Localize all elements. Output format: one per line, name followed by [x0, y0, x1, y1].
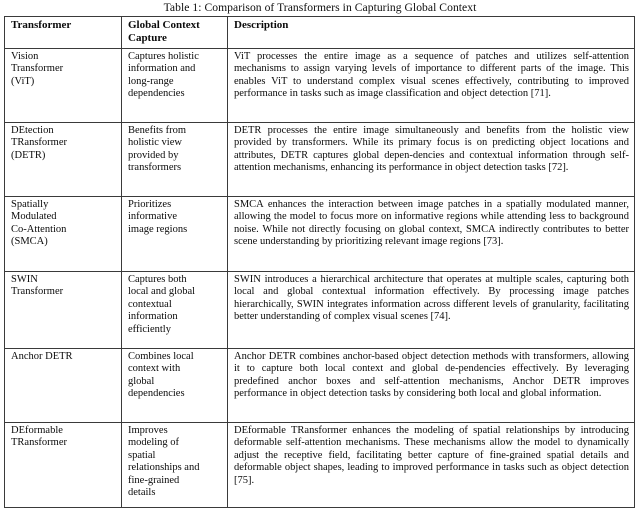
cell-global-context-capture: Improves modeling of spatial relationshi… — [121, 422, 228, 508]
column-header-transformer: Transformer — [4, 16, 122, 49]
cell-transformer-name: SWIN Transformer — [4, 271, 122, 349]
table-row: Spatially Modulated Co-Attention (SMCA) … — [4, 196, 635, 272]
header-row: Transformer Global Context Capture Descr… — [4, 16, 635, 49]
cell-description: DETR processes the entire image simultan… — [227, 122, 635, 197]
cell-description: SWIN introduces a hierarchical architect… — [227, 271, 635, 349]
cell-global-context-capture: Prioritizes informative image regions — [121, 196, 228, 272]
table-row: Vision Transformer (ViT) Captures holist… — [4, 48, 635, 123]
table-caption: Table 1: Comparison of Transformers in C… — [163, 1, 477, 14]
table-row: Anchor DETR Combines local context with … — [4, 348, 635, 423]
table-body: Vision Transformer (ViT) Captures holist… — [4, 48, 635, 508]
cell-description: Anchor DETR combines anchor-based object… — [227, 348, 635, 423]
comparison-table: Transformer Global Context Capture Descr… — [4, 16, 635, 508]
cell-global-context-capture: Combines local context with global depen… — [121, 348, 228, 423]
table-header: Transformer Global Context Capture Descr… — [4, 16, 635, 49]
cell-global-context-capture: Captures both local and global contextua… — [121, 271, 228, 349]
cell-global-context-capture: Captures holistic information and long-r… — [121, 48, 228, 123]
cell-global-context-capture: Benefits from holistic view provided by … — [121, 122, 228, 197]
cell-transformer-name: DEformable TRansformer — [4, 422, 122, 508]
table-page: Table 1: Comparison of Transformers in C… — [0, 0, 640, 511]
cell-description: DEformable TRansformer enhances the mode… — [227, 422, 635, 508]
table-row: DEformable TRansformer Improves modeling… — [4, 422, 635, 508]
cell-transformer-name: Anchor DETR — [4, 348, 122, 423]
table-row: SWIN Transformer Captures both local and… — [4, 271, 635, 349]
cell-transformer-name: Spatially Modulated Co-Attention (SMCA) — [4, 196, 122, 272]
table-row: DEtection TRansformer (DETR) Benefits fr… — [4, 122, 635, 197]
column-header-description: Description — [227, 16, 635, 49]
cell-description: ViT processes the entire image as a sequ… — [227, 48, 635, 123]
cell-description: SMCA enhances the interaction between im… — [227, 196, 635, 272]
cell-transformer-name: Vision Transformer (ViT) — [4, 48, 122, 123]
cell-transformer-name: DEtection TRansformer (DETR) — [4, 122, 122, 197]
column-header-global-context-capture: Global Context Capture — [121, 16, 228, 49]
